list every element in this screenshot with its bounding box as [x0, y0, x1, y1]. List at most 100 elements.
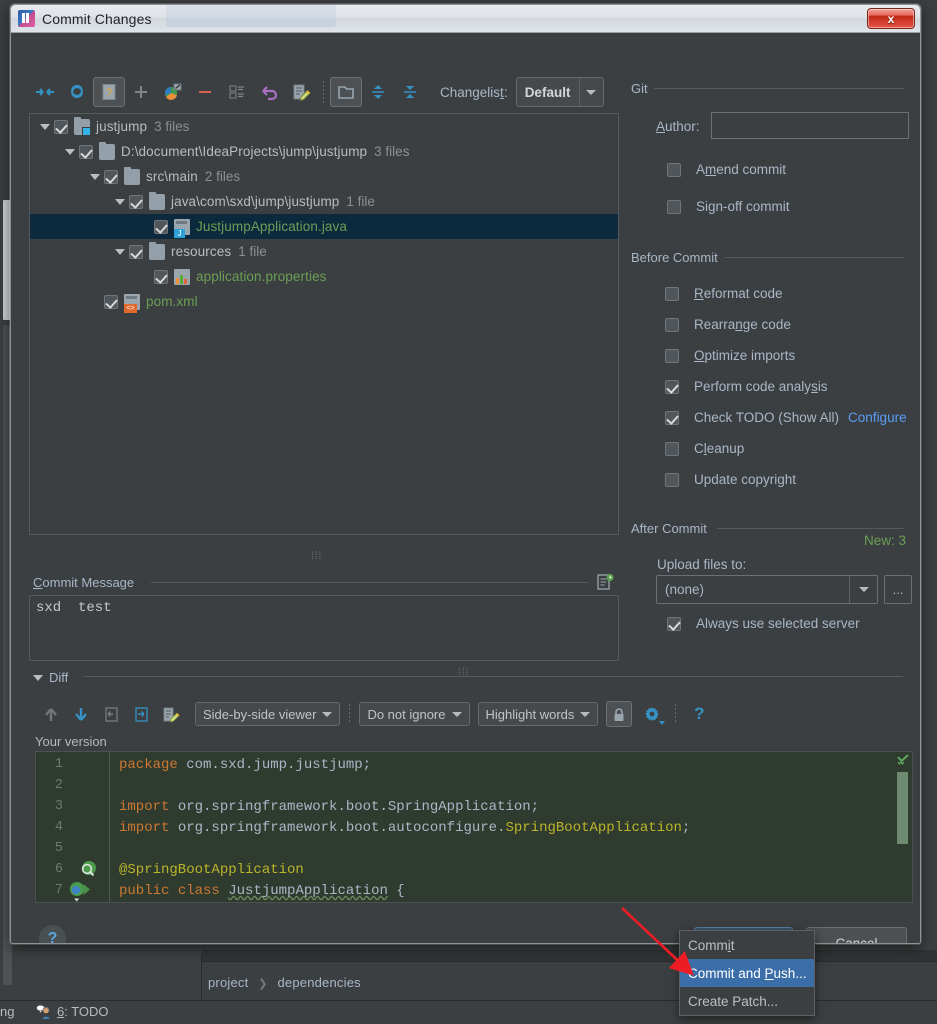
code-line[interactable]: import org.springframework.boot.SpringAp… [119, 799, 539, 815]
optimize-imports-checkbox[interactable] [665, 348, 679, 363]
diff-viewer-mode-combobox[interactable]: Side-by-side viewer [195, 702, 341, 726]
diff-highlight-mode-combobox[interactable]: Highlight words [477, 702, 599, 726]
menu-item-create-patch[interactable]: Create Patch... [680, 987, 814, 1015]
inspection-ok-icon[interactable] [897, 754, 909, 766]
changelist-combobox[interactable]: Default [515, 77, 604, 107]
revert-to-icon[interactable] [157, 77, 189, 107]
table-row[interactable]: pom.xml [30, 289, 618, 314]
diff-ignore-mode-combobox[interactable]: Do not ignore [359, 702, 470, 726]
commit-message-history-icon[interactable] [596, 573, 614, 591]
perform-code-analysis-checkbox[interactable] [665, 379, 679, 394]
breadcrumb-item-project[interactable]: project [208, 975, 248, 990]
table-row[interactable]: src\main 2 files [30, 164, 618, 189]
table-row[interactable]: D:\document\IdeaProjects\jump\justjump 3 … [30, 139, 618, 164]
diff-splitter-grip[interactable]: ⁞⁞⁞ [458, 668, 469, 678]
chevron-down-icon[interactable] [33, 674, 43, 681]
table-row[interactable]: java\com\sxd\jump\justjump 1 file [30, 189, 618, 214]
show-ignored-icon[interactable] [330, 77, 362, 107]
check-todo-checkbox-row[interactable]: Check TODO (Show All) Configure [665, 410, 907, 425]
sign-off-commit-checkbox-row[interactable]: Sign-off commit [667, 199, 790, 214]
show-diff-icon[interactable]: ? [93, 77, 125, 107]
row-checkbox[interactable] [79, 144, 93, 159]
table-row[interactable]: application.properties [30, 264, 618, 289]
dialog-help-button[interactable]: ? [39, 925, 66, 943]
status-bar-todo-button[interactable]: 6: TODO [36, 1004, 109, 1019]
run-icon[interactable] [68, 880, 92, 902]
always-use-server-checkbox-row[interactable]: Always use selected server [667, 616, 860, 631]
edit-source-icon[interactable] [285, 77, 317, 107]
close-button[interactable]: x [867, 8, 915, 29]
configure-todo-link[interactable]: Configure [848, 410, 907, 425]
row-checkbox[interactable] [154, 269, 168, 284]
row-checkbox[interactable] [129, 194, 143, 209]
cleanup-checkbox[interactable] [665, 441, 679, 456]
next-difference-icon[interactable] [67, 700, 95, 728]
menu-item-commit[interactable]: Commit [680, 931, 814, 959]
perform-code-analysis-checkbox-row[interactable]: Perform code analysis [665, 379, 828, 394]
author-field[interactable] [711, 112, 909, 139]
row-checkbox[interactable] [104, 294, 118, 309]
reformat-code-checkbox-row[interactable]: Reformat code [665, 286, 783, 301]
code-line[interactable]: package com.sxd.jump.justjump; [119, 757, 371, 773]
code-line[interactable]: @SpringBootApplication [119, 862, 304, 878]
reformat-code-checkbox[interactable] [665, 286, 679, 301]
tree-splitter-grip[interactable]: ⁞⁞⁞ [311, 552, 322, 562]
rearrange-code-checkbox-row[interactable]: Rearrange code [665, 317, 791, 332]
changed-files-tree[interactable]: justjump 3 files D:\document\IdeaProjects\… [29, 113, 619, 535]
update-copyright-checkbox[interactable] [665, 472, 679, 487]
tree-expand-toggle-icon[interactable] [86, 173, 104, 180]
rearrange-code-checkbox[interactable] [665, 317, 679, 332]
question-icon[interactable]: ? [685, 700, 713, 728]
editor-gutter[interactable]: 1 2 3 4 5 6 7 [36, 752, 110, 902]
tree-expand-toggle-icon[interactable] [61, 148, 79, 155]
table-row[interactable]: resources 1 file [30, 239, 618, 264]
table-row[interactable]: JustjumpApplication.java [30, 214, 618, 239]
bean-icon[interactable] [78, 859, 100, 879]
remove-icon[interactable] [189, 77, 221, 107]
collapse-nodes-icon[interactable] [394, 77, 426, 107]
tree-expand-toggle-icon[interactable] [36, 123, 54, 130]
sign-off-commit-checkbox[interactable] [667, 199, 681, 214]
group-by-icon[interactable] [221, 77, 253, 107]
chevron-down-icon[interactable] [849, 576, 877, 603]
apply-change-icon[interactable] [127, 700, 155, 728]
revert-change-icon[interactable] [97, 700, 125, 728]
editor-code-area[interactable]: package com.sxd.jump.justjump; import org… [110, 752, 912, 902]
cancel-button[interactable]: Cancel [806, 927, 907, 943]
refresh-icon[interactable] [61, 77, 93, 107]
always-use-server-checkbox[interactable] [667, 616, 681, 631]
gear-icon[interactable] [638, 700, 666, 728]
row-checkbox[interactable] [129, 244, 143, 259]
commit-message-input[interactable]: sxd test [29, 595, 619, 661]
collapse-all-icon[interactable] [29, 77, 61, 107]
cleanup-checkbox-row[interactable]: Cleanup [665, 441, 744, 456]
upload-server-combobox[interactable]: (none) [656, 575, 878, 604]
row-checkbox[interactable] [154, 219, 168, 234]
amend-commit-checkbox[interactable] [667, 162, 681, 177]
optimize-imports-checkbox-row[interactable]: Optimize imports [665, 348, 795, 363]
row-checkbox[interactable] [104, 169, 118, 184]
add-icon[interactable] [125, 77, 157, 107]
editor-marker-scrollbar[interactable] [894, 752, 912, 902]
diff-code-editor[interactable]: 1 2 3 4 5 6 7 package com.sxd.jump.justjump; im… [35, 751, 913, 903]
row-checkbox[interactable] [54, 119, 68, 134]
check-todo-checkbox[interactable] [665, 410, 679, 425]
amend-commit-checkbox-row[interactable]: Amend commit [667, 162, 786, 177]
previous-difference-icon[interactable] [37, 700, 65, 728]
chevron-down-icon[interactable] [578, 78, 603, 106]
rollback-icon[interactable] [253, 77, 285, 107]
tree-expand-toggle-icon[interactable] [111, 248, 129, 255]
code-line[interactable]: import org.springframework.boot.autoconf… [119, 820, 690, 836]
breadcrumb-item-dependencies[interactable]: dependencies [277, 975, 360, 990]
edit-source-icon[interactable] [157, 700, 185, 728]
lock-icon[interactable] [606, 701, 633, 727]
update-copyright-checkbox-row[interactable]: Update copyright [665, 472, 796, 487]
diff-section-header[interactable]: Diff [33, 670, 75, 685]
code-line[interactable]: public class JustjumpApplication { [119, 883, 405, 899]
tree-expand-toggle-icon[interactable] [111, 198, 129, 205]
browse-server-button[interactable]: ... [884, 575, 912, 604]
menu-item-commit-and-push[interactable]: Commit and Push... [680, 959, 814, 987]
dialog-title-bar[interactable]: Commit Changes x [11, 5, 920, 33]
expand-all-icon[interactable] [362, 77, 394, 107]
editor-scrollbar-thumb[interactable] [897, 772, 908, 844]
